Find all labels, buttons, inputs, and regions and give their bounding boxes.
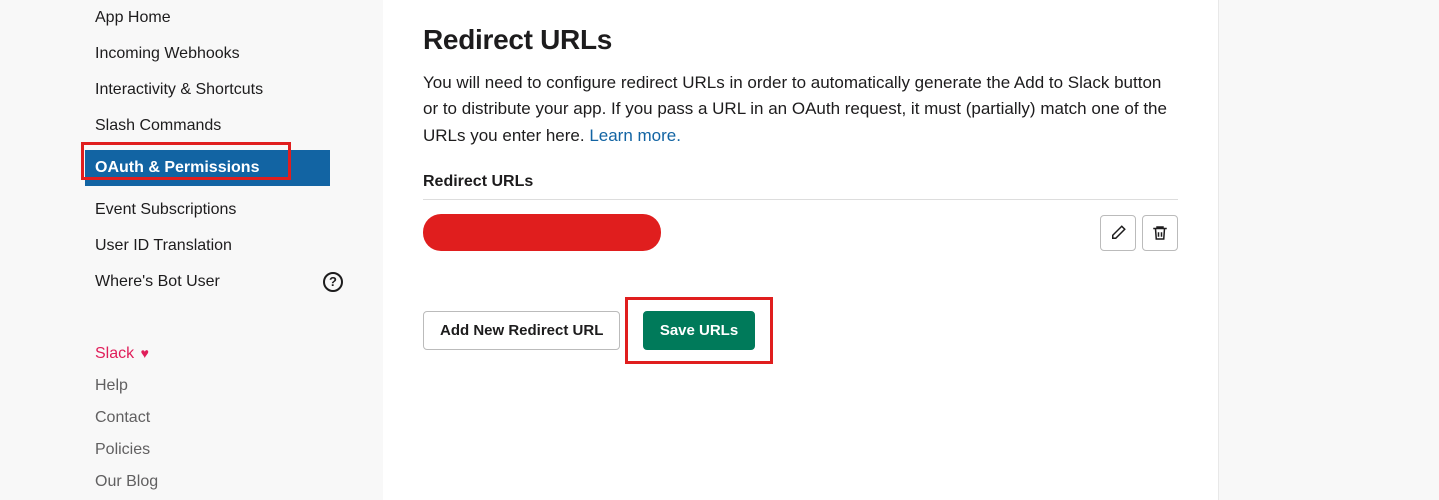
sidebar-item-incoming-webhooks[interactable]: Incoming Webhooks <box>95 36 343 72</box>
footer-link-policies[interactable]: Policies <box>95 434 343 466</box>
heart-icon: ♥ <box>141 345 149 361</box>
footer-link-blog[interactable]: Our Blog <box>95 466 343 498</box>
page-title: Redirect URLs <box>423 24 1178 56</box>
url-actions <box>1100 215 1178 251</box>
sidebar: App Home Incoming Webhooks Interactivity… <box>0 0 383 500</box>
sidebar-item-slash-commands[interactable]: Slash Commands <box>95 108 343 144</box>
trash-icon <box>1151 224 1169 242</box>
add-redirect-url-button[interactable]: Add New Redirect URL <box>423 311 620 350</box>
redirect-url-redacted <box>423 214 661 251</box>
footer-link-slack[interactable]: Slack ♥ <box>95 338 343 370</box>
sidebar-item-oauth-permissions[interactable]: OAuth & Permissions <box>85 150 330 186</box>
desc-text: You will need to configure redirect URLs… <box>423 73 1167 145</box>
sidebar-item-oauth-wrap: OAuth & Permissions <box>95 144 330 192</box>
redirect-url-row <box>423 214 1178 251</box>
sidebar-item-user-id-translation[interactable]: User ID Translation <box>95 228 343 264</box>
save-button-wrap: Save URLs <box>625 297 773 364</box>
help-icon[interactable]: ? <box>323 272 343 292</box>
pencil-icon <box>1109 224 1127 242</box>
sidebar-item-bot-user[interactable]: Where's Bot User <box>95 270 220 294</box>
delete-button[interactable] <box>1142 215 1178 251</box>
learn-more-link[interactable]: Learn more. <box>589 126 681 145</box>
footer-links: Slack ♥ Help Contact Policies Our Blog <box>95 338 343 498</box>
page-description: You will need to configure redirect URLs… <box>423 70 1178 149</box>
footer-link-help[interactable]: Help <box>95 370 343 402</box>
sidebar-item-app-home[interactable]: App Home <box>95 0 343 36</box>
footer-slack-label: Slack <box>95 345 134 362</box>
sidebar-item-bot-user-row: Where's Bot User ? <box>95 264 343 300</box>
main-content: Redirect URLs You will need to configure… <box>383 0 1219 500</box>
footer-link-contact[interactable]: Contact <box>95 402 343 434</box>
redirect-urls-label: Redirect URLs <box>423 173 1178 200</box>
sidebar-item-event-subscriptions[interactable]: Event Subscriptions <box>95 192 343 228</box>
edit-button[interactable] <box>1100 215 1136 251</box>
save-urls-button[interactable]: Save URLs <box>643 311 755 350</box>
sidebar-item-interactivity[interactable]: Interactivity & Shortcuts <box>95 72 343 108</box>
